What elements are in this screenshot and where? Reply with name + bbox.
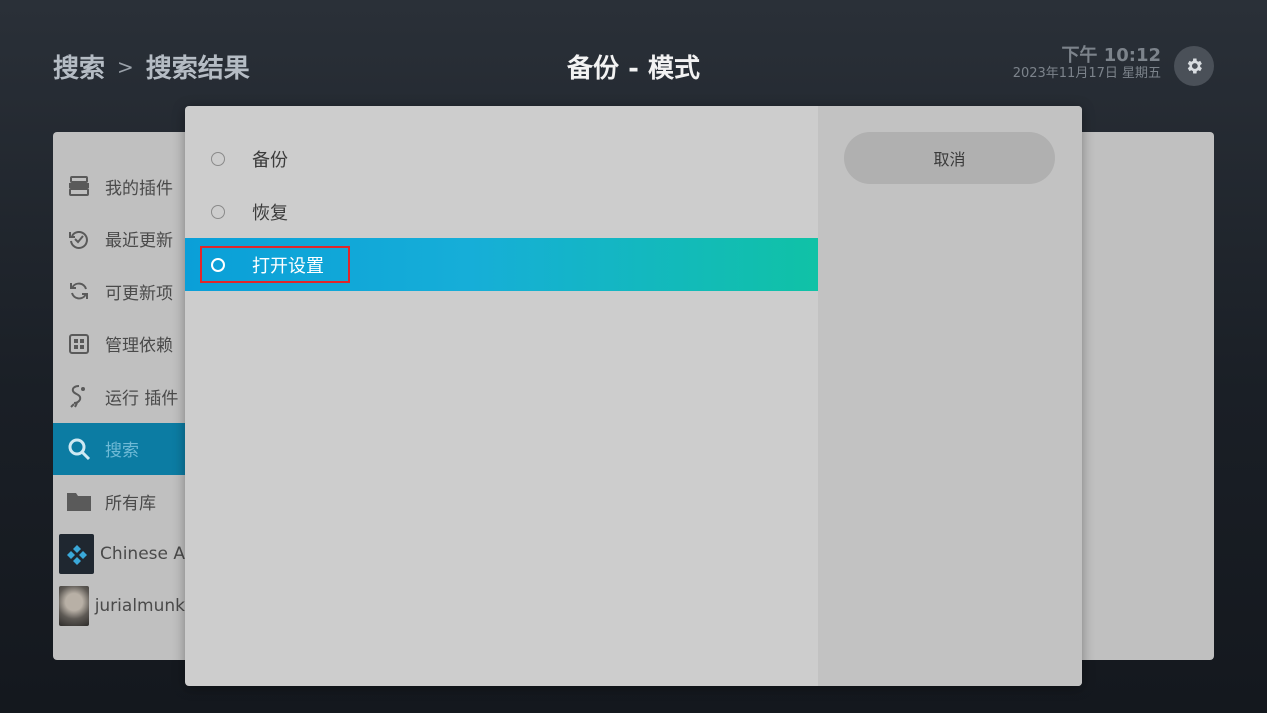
sidebar-item-my-addons[interactable]: 我的插件	[53, 160, 185, 213]
sidebar-item-all-repositories[interactable]: 所有库	[53, 475, 185, 528]
sidebar-item-label: Chinese A	[100, 543, 185, 564]
addon-box-icon	[53, 176, 105, 197]
gear-icon	[1187, 58, 1202, 74]
sidebar-item-jurialmunk-repo[interactable]: jurialmunk	[53, 580, 185, 633]
update-refresh-icon	[53, 280, 105, 302]
clock: 下午 10:12 2023年11月17日 星期五	[1013, 46, 1161, 82]
recent-update-icon	[53, 228, 105, 250]
settings-button[interactable]	[1174, 46, 1214, 86]
folder-icon	[53, 490, 105, 512]
repo-thumbnail	[59, 533, 95, 574]
option-open-settings[interactable]: 打开设置	[185, 238, 818, 291]
sidebar-item-available-updates[interactable]: 可更新项	[53, 265, 185, 318]
repo-avatar	[59, 586, 89, 627]
dependency-icon	[53, 333, 105, 355]
radio-unchecked-icon	[211, 204, 225, 219]
sidebar-item-search[interactable]: 搜索	[53, 422, 185, 475]
option-list: 备份 恢复 打开设置	[185, 132, 818, 291]
sidebar-item-label: 管理依赖	[105, 336, 173, 357]
sidebar-item-label: 我的插件	[105, 178, 173, 199]
sidebar-item-chinese-repo[interactable]: Chinese A	[53, 528, 185, 581]
option-label: 备份	[252, 149, 288, 171]
search-icon	[53, 437, 105, 461]
focus-highlight-box	[200, 246, 350, 283]
clock-date: 2023年11月17日 星期五	[1012, 66, 1161, 81]
sidebar-item-label: jurialmunk	[94, 596, 185, 617]
option-restore[interactable]: 恢复	[185, 185, 818, 238]
option-backup[interactable]: 备份	[185, 132, 818, 185]
sidebar-item-label: 所有库	[105, 493, 156, 514]
sidebar-item-recent-updates[interactable]: 最近更新	[53, 213, 185, 266]
sidebar-menu: 我的插件 最近更新 可更新项 管理依赖 运行 插件 搜索 所有库 Chinese…	[53, 160, 185, 633]
sidebar-item-manage-dependencies[interactable]: 管理依赖	[53, 318, 185, 371]
run-addon-icon	[53, 384, 105, 408]
sidebar-item-label: 最近更新	[105, 231, 173, 252]
option-label: 恢复	[252, 202, 288, 224]
mode-dialog: 备份 恢复 打开设置 取消	[185, 106, 1082, 686]
clock-time: 下午 10:12	[1061, 45, 1161, 66]
radio-unchecked-icon	[211, 151, 225, 166]
cancel-button[interactable]: 取消	[844, 132, 1055, 184]
sidebar-item-label: 可更新项	[105, 283, 173, 304]
sidebar-item-label: 搜索	[105, 441, 139, 462]
dialog-side-panel: 取消	[818, 106, 1082, 686]
sidebar-item-label: 运行 插件	[105, 388, 179, 409]
sidebar-item-run-addon[interactable]: 运行 插件	[53, 370, 185, 423]
